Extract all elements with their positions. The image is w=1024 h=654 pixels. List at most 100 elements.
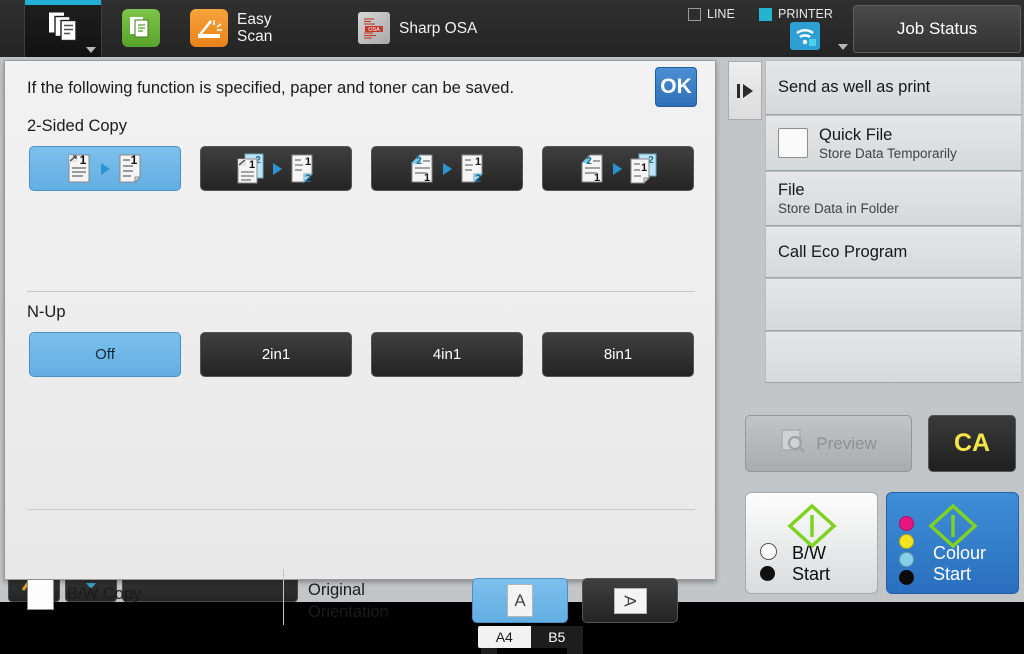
bottom-divider (27, 509, 695, 510)
bw-copy-label: B/W Copy (67, 585, 141, 604)
sidebar-item-empty-2[interactable] (765, 331, 1022, 383)
preview-label: Preview (816, 434, 876, 454)
chevron-down-icon[interactable] (86, 47, 96, 53)
orientation-option-landscape[interactable]: A (582, 578, 678, 623)
section-title-2-sided-copy: 2-Sided Copy (27, 117, 127, 136)
svg-text:2: 2 (474, 173, 480, 185)
n-up-option-8in1[interactable]: 8in1 (542, 332, 694, 377)
line-status-label: LINE (707, 7, 735, 21)
right-side-panel: Send as well as print Quick File Store D… (765, 60, 1022, 383)
svg-text:1: 1 (79, 153, 86, 167)
paper-size-a4[interactable]: A4 (478, 626, 531, 648)
copy-icon (46, 10, 80, 47)
n-up-option-4in1[interactable]: 4in1 (371, 332, 523, 377)
sidebar-item-empty-1[interactable] (765, 278, 1022, 331)
svg-text:1: 1 (130, 153, 137, 167)
svg-text:2: 2 (586, 156, 592, 167)
paper-tray-foot-right (567, 648, 583, 654)
sharp-osa-icon: OSA (358, 12, 390, 44)
doc-2to1-icon: 2 1 2 1 (578, 153, 659, 185)
colour-start-button[interactable]: Colour Start (886, 492, 1019, 594)
two-sided-option-2to2[interactable]: 2 1 1 2 (371, 146, 523, 191)
page-portrait-icon: A (507, 584, 533, 617)
vertical-divider (283, 569, 284, 625)
orientation-option-portrait[interactable]: A (472, 578, 568, 623)
file-text: File Store Data in Folder (778, 181, 899, 216)
status-line: LINE (688, 7, 735, 21)
svg-text:1: 1 (248, 159, 254, 171)
orientation-glyph: A (620, 595, 640, 606)
topbar-item-label-sharp-osa: Sharp OSA (399, 20, 477, 37)
dialog-message: If the following function is specified, … (27, 79, 514, 98)
n-up-option-label: 4in1 (433, 346, 461, 363)
n-up-options: Off 2in1 4in1 8in1 (29, 332, 694, 377)
page-landscape-icon: A (614, 588, 647, 614)
two-sided-option-1to2[interactable]: 2 1 1 2 (200, 146, 352, 191)
preview-magnifier-icon (780, 428, 806, 459)
top-bar: Easy Scan OSA Sharp OSA LINE PRINTER (0, 0, 1024, 57)
n-up-option-off[interactable]: Off (29, 332, 181, 377)
topbar-item-sharp-osa[interactable]: OSA Sharp OSA (358, 7, 477, 49)
colour-start-label: Colour Start (933, 543, 986, 585)
topbar-item-easy-scan[interactable]: Easy Scan (190, 7, 272, 49)
active-tab-indicator (25, 0, 101, 5)
sidebar-item-sublabel: Store Data in Folder (778, 201, 899, 216)
topbar-item-copy-green[interactable] (122, 7, 169, 49)
expand-panel-icon[interactable] (728, 61, 762, 120)
svg-text:1: 1 (640, 162, 646, 174)
section-divider (27, 291, 695, 292)
easy-scan-icon (190, 9, 228, 47)
sidebar-item-file[interactable]: File Store Data in Folder (765, 171, 1022, 226)
paper-size-b5[interactable]: B5 (531, 626, 584, 648)
arrow-right-icon (101, 163, 110, 175)
paper-tray-foot-left (481, 648, 497, 654)
copy-green-icon (122, 9, 160, 47)
n-up-option-label: 8in1 (604, 346, 632, 363)
preview-button[interactable]: Preview (745, 415, 912, 472)
sidebar-item-copy-tab[interactable] (24, 0, 102, 57)
orientation-glyph: A (514, 591, 525, 611)
sidebar-item-send-as-well-as-print[interactable]: Send as well as print (765, 60, 1022, 115)
two-sided-option-2to1[interactable]: 2 1 2 1 (542, 146, 694, 191)
ok-button[interactable]: OK (655, 67, 697, 107)
cmyk-indicator-dots (899, 516, 914, 585)
job-status-button[interactable]: Job Status (853, 5, 1021, 53)
n-up-option-2in1[interactable]: 2in1 (200, 332, 352, 377)
sidebar-item-label: Send as well as print (778, 78, 930, 97)
wifi-chevron-down-icon[interactable] (838, 44, 848, 50)
svg-text:1: 1 (474, 156, 480, 168)
svg-text:2: 2 (304, 173, 310, 185)
original-orientation-label: Original Orientation (308, 579, 389, 623)
status-printer: PRINTER (759, 7, 833, 21)
printer-status-label: PRINTER (778, 7, 833, 21)
arrow-right-icon (443, 163, 452, 175)
sidebar-item-quick-file[interactable]: Quick File Store Data Temporarily (765, 115, 1022, 171)
bw-indicator-dots (760, 543, 777, 581)
clear-all-button[interactable]: CA (928, 415, 1016, 472)
bw-copy-checkbox[interactable] (27, 579, 54, 610)
doc-1to2-icon: 2 1 1 2 (236, 153, 317, 185)
topbar-item-label-easy-scan: Easy Scan (237, 11, 272, 45)
section-title-n-up: N-Up (27, 303, 66, 322)
wifi-icon[interactable] (790, 22, 820, 50)
two-sided-option-1to1[interactable]: 1 1 (29, 146, 181, 191)
arrow-right-icon (273, 163, 282, 175)
arrow-right-icon (613, 163, 622, 175)
sidebar-item-sublabel: Store Data Temporarily (819, 146, 957, 161)
svg-text:1: 1 (304, 156, 310, 168)
svg-text:2: 2 (416, 156, 422, 167)
quick-file-text: Quick File Store Data Temporarily (819, 126, 957, 161)
sidebar-item-call-eco-program[interactable]: Call Eco Program (765, 226, 1022, 278)
printer-status-box (759, 8, 772, 21)
quick-file-checkbox[interactable] (778, 128, 808, 158)
doc-1to1-icon: 1 1 (66, 153, 145, 185)
doc-2to2-icon: 2 1 1 2 (408, 153, 487, 185)
sidebar-item-label: Call Eco Program (778, 243, 907, 262)
bw-copy-checkbox-row[interactable]: B/W Copy (27, 579, 141, 610)
bw-start-button[interactable]: B/W Start (745, 492, 878, 594)
svg-text:OSA: OSA (368, 27, 380, 33)
sidebar-item-label: Quick File (819, 126, 957, 145)
eco-recommendation-dialog: If the following function is specified, … (4, 60, 716, 580)
bg-paper-size-selector[interactable]: A4 B5 (478, 626, 583, 648)
n-up-option-label: Off (95, 346, 115, 363)
